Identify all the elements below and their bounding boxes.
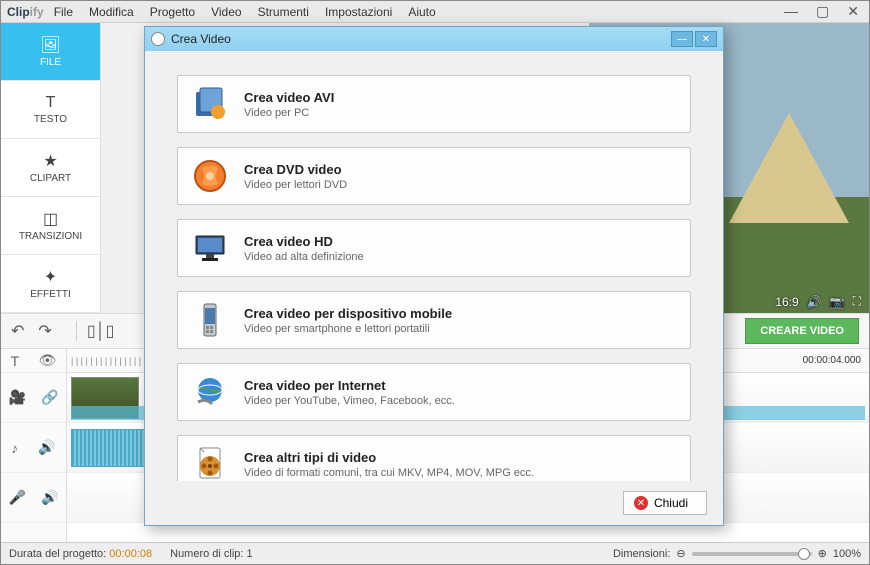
volume-icon[interactable]: 🔊	[807, 295, 822, 309]
timeline-left: T 👁 🎥 🔗 ♪ 🔊 🎤 🔊	[1, 349, 67, 542]
option-subtitle: Video per smartphone e lettori portatili	[244, 323, 452, 335]
option-subtitle: Video per lettori DVD	[244, 179, 347, 191]
sidebar-tab-effetti[interactable]: ✦ EFFETTI	[1, 255, 100, 313]
dialog-titlebar[interactable]: Crea Video — ✕	[145, 27, 723, 51]
option-other[interactable]: Crea altri tipi di video Video di format…	[177, 435, 691, 481]
mic-track-icon[interactable]: 🎤	[9, 489, 26, 506]
dialog-close-footer-button[interactable]: ✕ Chiudi	[623, 491, 707, 515]
app-logo: Clipify	[7, 5, 44, 19]
sidebar-tab-label: TESTO	[34, 114, 67, 125]
left-sidebar: 🖼 FILE T TESTO ★ CLIPART ◫ TRANSIZIONI ✦	[1, 23, 101, 313]
option-subtitle: Video di formati comuni, tra cui MKV, MP…	[244, 467, 534, 479]
fullscreen-icon[interactable]: ⛶	[853, 294, 861, 309]
menu-impostazioni[interactable]: Impostazioni	[325, 5, 392, 19]
snapshot-icon[interactable]: 📷	[830, 295, 845, 309]
timeline-head-controls: T 👁	[1, 349, 66, 373]
close-window-button[interactable]: ✕	[843, 3, 863, 20]
dimensions-label: Dimensioni:	[613, 548, 670, 560]
link-icon[interactable]: 🔗	[41, 389, 58, 406]
video-track-icon[interactable]: 🎥	[9, 389, 26, 406]
statusbar: Durata del progetto: 00:00:08 Numero di …	[1, 542, 869, 564]
undo-button[interactable]: ↶	[11, 321, 24, 341]
option-title: Crea video AVI	[244, 90, 334, 105]
sidebar-tab-clipart[interactable]: ★ CLIPART	[1, 139, 100, 197]
mobile-icon	[192, 302, 228, 338]
dialog-minimize-button[interactable]: —	[671, 31, 693, 47]
sidebar-tab-transizioni[interactable]: ◫ TRANSIZIONI	[1, 197, 100, 255]
menu-progetto[interactable]: Progetto	[150, 5, 195, 19]
image-icon: 🖼	[40, 35, 60, 55]
option-title: Crea altri tipi di video	[244, 450, 534, 465]
zoom-slider[interactable]	[692, 552, 812, 556]
divider	[76, 321, 77, 341]
dialog-icon	[151, 32, 165, 46]
mute-icon[interactable]: 🔊	[41, 489, 58, 506]
dialog-body: Crea video AVI Video per PC Crea DVD vid…	[145, 51, 723, 481]
sidebar-tab-label: EFFETTI	[30, 289, 71, 300]
close-icon: ✕	[634, 496, 648, 510]
option-title: Crea video per dispositivo mobile	[244, 306, 452, 321]
sidebar-tab-label: TRANSIZIONI	[19, 231, 82, 242]
video-track-controls: 🎥 🔗	[1, 373, 66, 423]
dialog-footer: ✕ Chiudi	[145, 481, 723, 525]
redo-button[interactable]: ↷	[38, 321, 51, 341]
menu-file[interactable]: File	[54, 5, 73, 19]
timeline-end-time: 00:00:04.000	[803, 349, 861, 373]
menu-aiuto[interactable]: Aiuto	[408, 5, 435, 19]
option-dvd[interactable]: Crea DVD video Video per lettori DVD	[177, 147, 691, 205]
visibility-icon[interactable]: 👁	[39, 352, 57, 369]
music-track-icon[interactable]: ♪	[11, 440, 18, 456]
project-duration: Durata del progetto: 00:00:08	[9, 548, 152, 560]
dvd-icon	[192, 158, 228, 194]
split-button[interactable]: ▯│▯	[87, 321, 115, 341]
menubar: Clipify File Modifica Progetto Video Str…	[1, 1, 869, 23]
zoom-in-button[interactable]: ⊕	[818, 547, 827, 560]
option-subtitle: Video ad alta definizione	[244, 251, 364, 263]
audio-track-controls: ♪ 🔊	[1, 423, 66, 473]
zoom-out-button[interactable]: ⊖	[676, 547, 685, 560]
clip-count: Numero di clip: 1	[170, 548, 253, 560]
maximize-button[interactable]: ▢	[812, 3, 833, 20]
mic-track-controls: 🎤 🔊	[1, 473, 66, 523]
transition-icon: ◫	[43, 209, 58, 229]
film-reel-icon	[192, 446, 228, 481]
aspect-ratio-label[interactable]: 16:9	[775, 295, 798, 309]
zoom-value: 100%	[833, 548, 861, 560]
option-internet[interactable]: Crea video per Internet Video per YouTub…	[177, 363, 691, 421]
dialog-window-controls: — ✕	[671, 31, 717, 47]
globe-icon	[192, 374, 228, 410]
window-controls: — ▢ ✕	[780, 3, 863, 20]
create-video-button[interactable]: CREARE VIDEO	[745, 318, 859, 344]
option-title: Crea video per Internet	[244, 378, 455, 393]
star-icon: ★	[43, 151, 57, 171]
close-button-label: Chiudi	[654, 496, 688, 510]
sidebar-tab-label: FILE	[40, 57, 61, 68]
sidebar-tab-file[interactable]: 🖼 FILE	[1, 23, 100, 81]
hd-monitor-icon	[192, 230, 228, 266]
menu-strumenti[interactable]: Strumenti	[258, 5, 309, 19]
statusbar-right: Dimensioni: ⊖ ⊕ 100%	[613, 547, 861, 560]
menu-video[interactable]: Video	[211, 5, 241, 19]
dialog-close-button[interactable]: ✕	[695, 31, 717, 47]
create-video-dialog: Crea Video — ✕ Crea video AVI Video per …	[144, 26, 724, 526]
sidebar-tab-label: CLIPART	[30, 173, 71, 184]
text-icon: T	[46, 94, 56, 112]
sidebar-tab-testo[interactable]: T TESTO	[1, 81, 100, 139]
menu-modifica[interactable]: Modifica	[89, 5, 134, 19]
option-avi[interactable]: Crea video AVI Video per PC	[177, 75, 691, 133]
avi-icon	[192, 86, 228, 122]
dialog-title: Crea Video	[171, 32, 231, 46]
effects-icon: ✦	[44, 267, 57, 287]
minimize-button[interactable]: —	[780, 3, 802, 20]
text-track-icon[interactable]: T	[11, 353, 20, 369]
option-mobile[interactable]: Crea video per dispositivo mobile Video …	[177, 291, 691, 349]
option-subtitle: Video per YouTube, Vimeo, Facebook, ecc.	[244, 395, 455, 407]
option-hd[interactable]: Crea video HD Video ad alta definizione	[177, 219, 691, 277]
option-subtitle: Video per PC	[244, 107, 334, 119]
preview-controls: 16:9 🔊 📷 ⛶	[775, 294, 861, 309]
option-title: Crea DVD video	[244, 162, 347, 177]
option-title: Crea video HD	[244, 234, 364, 249]
mute-icon[interactable]: 🔊	[38, 439, 55, 456]
